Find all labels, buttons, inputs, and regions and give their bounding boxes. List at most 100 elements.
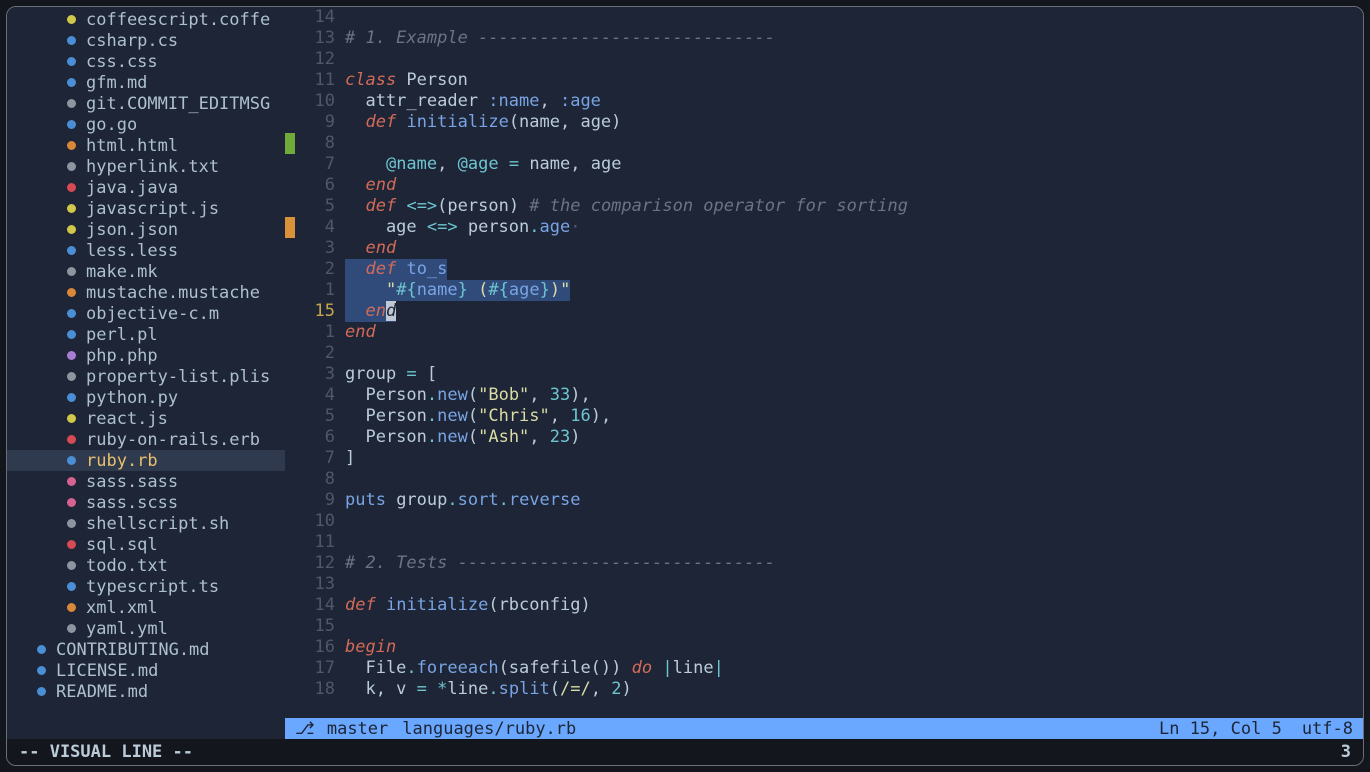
file-tree-item[interactable]: php.php bbox=[7, 345, 285, 366]
file-name: shellscript.sh bbox=[86, 514, 229, 534]
code-line[interactable]: 6 Person.new("Ash", 23) bbox=[285, 427, 1363, 448]
code-area[interactable]: 1413# 1. Example -----------------------… bbox=[285, 7, 1363, 718]
line-number: 15 bbox=[295, 616, 345, 637]
file-tree-item[interactable]: react.js bbox=[7, 408, 285, 429]
file-tree-item[interactable]: sass.scss bbox=[7, 492, 285, 513]
code-line[interactable]: 3 end bbox=[285, 238, 1363, 259]
gutter-mark bbox=[285, 259, 295, 280]
code-line[interactable]: 2 bbox=[285, 343, 1363, 364]
line-number: 10 bbox=[295, 511, 345, 532]
code-line[interactable]: 7 @name, @age = name, age bbox=[285, 154, 1363, 175]
code-line[interactable]: 18 k, v = *line.split(/=/, 2) bbox=[285, 679, 1363, 700]
code-line[interactable]: 12# 2. Tests ---------------------------… bbox=[285, 553, 1363, 574]
file-tree-item[interactable]: coffeescript.coffe bbox=[7, 9, 285, 30]
code-line[interactable]: 10 bbox=[285, 511, 1363, 532]
code-line[interactable]: 14 bbox=[285, 7, 1363, 28]
file-tree-item[interactable]: ruby.rb bbox=[7, 450, 285, 471]
code-line[interactable]: 17 File.foreeach(safefile()) do |line| bbox=[285, 658, 1363, 679]
file-tree-item[interactable]: html.html bbox=[7, 135, 285, 156]
file-name: sass.sass bbox=[86, 472, 178, 492]
main-area: coffeescript.coffecsharp.cscss.cssgfm.md… bbox=[7, 7, 1363, 739]
line-number: 3 bbox=[295, 238, 345, 259]
file-tree-item[interactable]: hyperlink.txt bbox=[7, 156, 285, 177]
line-number: 17 bbox=[295, 658, 345, 679]
file-name: json.json bbox=[86, 220, 178, 240]
code-line[interactable]: 11class Person bbox=[285, 70, 1363, 91]
file-tree-item[interactable]: xml.xml bbox=[7, 597, 285, 618]
code-line[interactable]: 14def initialize(rbconfig) bbox=[285, 595, 1363, 616]
cursor-position[interactable]: Ln 15, Col 5 bbox=[1159, 719, 1282, 739]
code-content: Person.new("Ash", 23) bbox=[345, 427, 581, 448]
file-tree-item[interactable]: gfm.md bbox=[7, 72, 285, 93]
line-number: 12 bbox=[295, 49, 345, 70]
code-line[interactable]: 10 attr_reader :name, :age bbox=[285, 91, 1363, 112]
command-bar[interactable]: -- VISUAL LINE -- 3 bbox=[7, 739, 1363, 765]
file-tree-item[interactable]: javascript.js bbox=[7, 198, 285, 219]
code-line[interactable]: 15 end bbox=[285, 301, 1363, 322]
git-branch-indicator[interactable]: ⎇ master bbox=[295, 719, 388, 739]
file-tree-item[interactable]: json.json bbox=[7, 219, 285, 240]
code-line[interactable]: 4 Person.new("Bob", 33), bbox=[285, 385, 1363, 406]
code-line[interactable]: 13# 1. Example -------------------------… bbox=[285, 28, 1363, 49]
code-line[interactable]: 5 def <=>(person) # the comparison opera… bbox=[285, 196, 1363, 217]
code-line[interactable]: 1end bbox=[285, 322, 1363, 343]
code-line[interactable]: 15 bbox=[285, 616, 1363, 637]
file-tree-item[interactable]: todo.txt bbox=[7, 555, 285, 576]
code-line[interactable]: 11 bbox=[285, 532, 1363, 553]
code-line[interactable]: 5 Person.new("Chris", 16), bbox=[285, 406, 1363, 427]
file-tree-item[interactable]: sql.sql bbox=[7, 534, 285, 555]
file-tree-item[interactable]: make.mk bbox=[7, 261, 285, 282]
code-line[interactable]: 1 "#{name} (#{age})" bbox=[285, 280, 1363, 301]
file-tree-item[interactable]: css.css bbox=[7, 51, 285, 72]
file-tree-item[interactable]: property-list.plis bbox=[7, 366, 285, 387]
code-line[interactable]: 8 bbox=[285, 133, 1363, 154]
gutter-mark bbox=[285, 343, 295, 364]
code-line[interactable]: 13 bbox=[285, 574, 1363, 595]
file-type-icon bbox=[37, 645, 46, 654]
file-tree-item[interactable]: mustache.mustache bbox=[7, 282, 285, 303]
code-line[interactable]: 3group = [ bbox=[285, 364, 1363, 385]
file-tree-item[interactable]: python.py bbox=[7, 387, 285, 408]
file-tree-item[interactable]: README.md bbox=[7, 681, 285, 702]
code-content: Person.new("Chris", 16), bbox=[345, 406, 611, 427]
file-name: csharp.cs bbox=[86, 31, 178, 51]
line-number: 1 bbox=[295, 280, 345, 301]
file-tree-item[interactable]: ruby-on-rails.erb bbox=[7, 429, 285, 450]
editor-pane: 1413# 1. Example -----------------------… bbox=[285, 7, 1363, 739]
line-number: 4 bbox=[295, 217, 345, 238]
file-tree-item[interactable]: csharp.cs bbox=[7, 30, 285, 51]
file-tree-item[interactable]: objective-c.m bbox=[7, 303, 285, 324]
file-tree-item[interactable]: typescript.ts bbox=[7, 576, 285, 597]
file-encoding[interactable]: utf-8 bbox=[1302, 719, 1353, 739]
file-type-icon bbox=[67, 582, 76, 591]
code-line[interactable]: 4 age <=> person.age· bbox=[285, 217, 1363, 238]
file-tree-item[interactable]: sass.sass bbox=[7, 471, 285, 492]
file-tree-item[interactable]: go.go bbox=[7, 114, 285, 135]
file-path[interactable]: languages/ruby.rb bbox=[402, 719, 576, 739]
code-line[interactable]: 7] bbox=[285, 448, 1363, 469]
git-branch-name: master bbox=[327, 719, 388, 739]
code-line[interactable]: 16begin bbox=[285, 637, 1363, 658]
file-tree-item[interactable]: java.java bbox=[7, 177, 285, 198]
gutter-mark bbox=[285, 49, 295, 70]
code-line[interactable]: 6 end bbox=[285, 175, 1363, 196]
code-line[interactable]: 9 def initialize(name, age) bbox=[285, 112, 1363, 133]
file-tree-item[interactable]: shellscript.sh bbox=[7, 513, 285, 534]
file-tree-sidebar[interactable]: coffeescript.coffecsharp.cscss.cssgfm.md… bbox=[7, 7, 285, 739]
code-line[interactable]: 9puts group.sort.reverse bbox=[285, 490, 1363, 511]
file-name: php.php bbox=[86, 346, 158, 366]
file-tree-item[interactable]: git.COMMIT_EDITMSG bbox=[7, 93, 285, 114]
file-type-icon bbox=[37, 687, 46, 696]
code-line[interactable]: 12 bbox=[285, 49, 1363, 70]
file-type-icon bbox=[67, 561, 76, 570]
gutter-mark bbox=[285, 469, 295, 490]
file-type-icon bbox=[67, 624, 76, 633]
file-type-icon bbox=[67, 540, 76, 549]
file-tree-item[interactable]: CONTRIBUTING.md bbox=[7, 639, 285, 660]
file-tree-item[interactable]: yaml.yml bbox=[7, 618, 285, 639]
code-line[interactable]: 8 bbox=[285, 469, 1363, 490]
file-tree-item[interactable]: LICENSE.md bbox=[7, 660, 285, 681]
code-line[interactable]: 2 def to_s bbox=[285, 259, 1363, 280]
file-tree-item[interactable]: perl.pl bbox=[7, 324, 285, 345]
file-tree-item[interactable]: less.less bbox=[7, 240, 285, 261]
